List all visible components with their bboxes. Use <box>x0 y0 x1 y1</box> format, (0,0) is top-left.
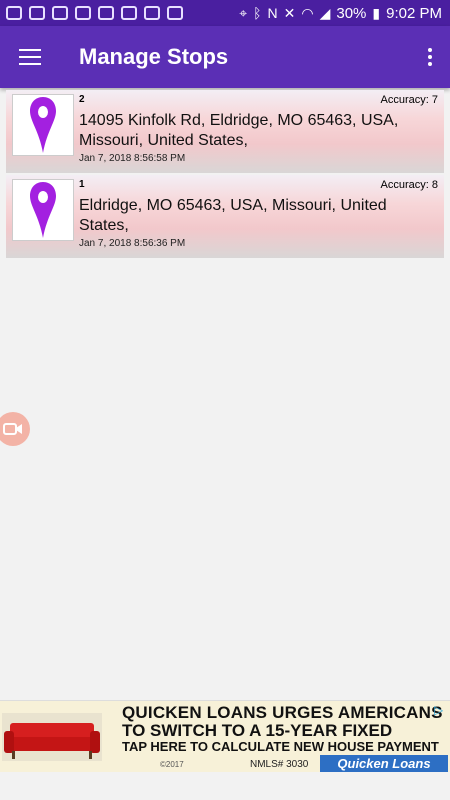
bluetooth-icon: ᛒ <box>253 5 262 21</box>
more-vert-icon <box>428 48 432 66</box>
map-pin-icon <box>30 182 56 238</box>
notification-icons <box>0 6 183 20</box>
location-icon: ⌖ <box>239 4 248 21</box>
mute-icon: ✕ <box>283 4 296 21</box>
stop-number: 2 <box>79 94 85 105</box>
ad-call-to-action: TAP HERE TO CALCULATE NEW HOUSE PAYMENT <box>122 739 439 754</box>
clock: 9:02 PM <box>386 4 442 22</box>
page-title: Manage Stops <box>79 44 229 69</box>
rx-notification-icon <box>167 6 183 20</box>
signal-icon: ◢ <box>319 4 331 21</box>
battery-percent: 30% <box>336 4 367 22</box>
wifi-icon: ◠ <box>301 4 314 21</box>
stop-thumbnail <box>12 94 74 156</box>
ad-headline: QUICKEN LOANS URGES AMERICANS <box>122 703 443 722</box>
menu-button[interactable] <box>0 26 60 88</box>
hamburger-icon <box>19 49 41 65</box>
ad-copyright: ©2017 <box>160 760 184 769</box>
stop-number: 1 <box>79 179 85 190</box>
status-bar: ⌖ ᛒ N ✕ ◠ ◢ 30% ▮ 9:02 PM <box>0 0 450 26</box>
stop-address: 14095 Kinfolk Rd, Eldridge, MO 65463, US… <box>79 112 399 149</box>
ad-banner[interactable]: QUICKEN LOANS URGES AMERICANS TO SWITCH … <box>0 700 450 773</box>
stops-list: 2 Accuracy: 7 14095 Kinfolk Rd, Eldridge… <box>6 90 444 260</box>
stop-thumbnail <box>12 179 74 241</box>
nfc-icon: N <box>267 5 278 21</box>
stop-item[interactable]: 2 Accuracy: 7 14095 Kinfolk Rd, Eldridge… <box>6 90 444 173</box>
stop-timestamp: Jan 7, 2018 8:56:36 PM <box>79 238 186 249</box>
ad-choices-icon[interactable]: ▷ <box>434 704 446 716</box>
stop-accuracy: Accuracy: 8 <box>380 179 438 191</box>
ad-nmls: NMLS# 3030 <box>250 759 309 770</box>
app-notification-icon <box>52 6 68 20</box>
sofa-image <box>2 713 102 761</box>
shield-notification-icon <box>98 6 114 20</box>
ad-brand-logo: Quicken Loans <box>320 755 448 772</box>
flipboard-notification-icon <box>144 6 160 20</box>
app-bar: Manage Stops <box>0 26 450 88</box>
screen-recorder-button[interactable] <box>0 412 30 446</box>
map-pin-icon <box>30 97 56 153</box>
video-camera-icon <box>3 423 22 435</box>
ad-subheadline: TO SWITCH TO A 15-YEAR FIXED <box>122 721 393 740</box>
sun-notification-icon <box>121 6 137 20</box>
stop-address: Eldridge, MO 65463, USA, Missouri, Unite… <box>79 197 387 234</box>
overflow-menu-button[interactable] <box>410 26 450 88</box>
stop-timestamp: Jan 7, 2018 8:56:58 PM <box>79 153 186 164</box>
bottom-spacer <box>0 772 450 800</box>
image-notification-icon <box>29 6 45 20</box>
video-notification-icon <box>6 6 22 20</box>
wifi-notification-icon <box>75 6 91 20</box>
stop-item[interactable]: 1 Accuracy: 8 Eldridge, MO 65463, USA, M… <box>6 175 444 258</box>
stop-accuracy: Accuracy: 7 <box>380 94 438 106</box>
battery-icon: ▮ <box>372 4 381 21</box>
